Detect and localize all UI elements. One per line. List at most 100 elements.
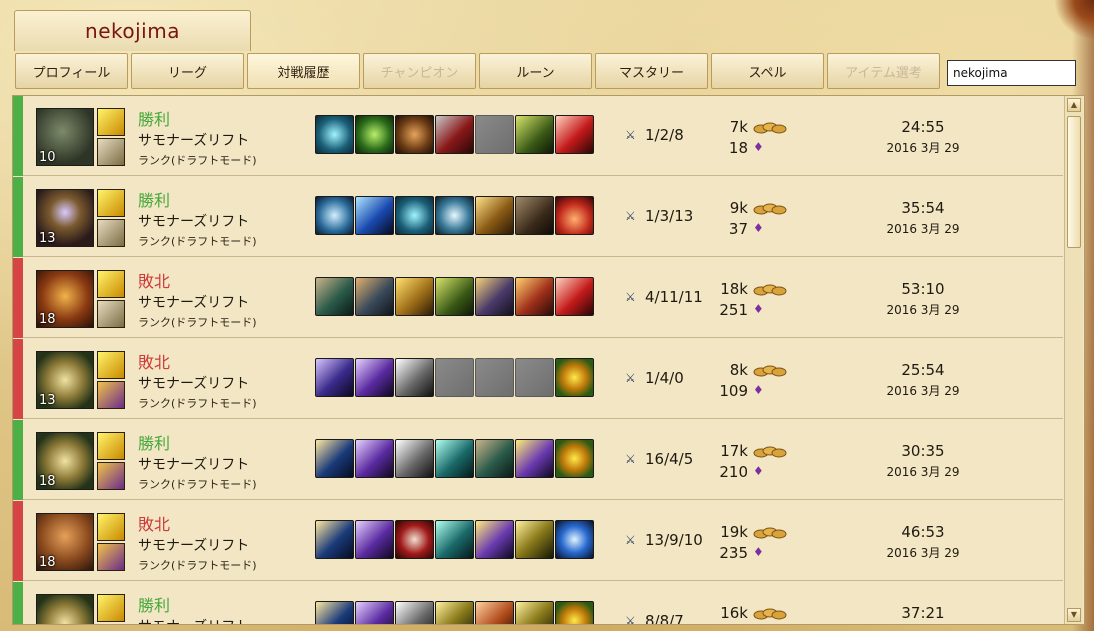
match-row[interactable]: 18 敗北 サモナーズリフト ランク(ドラフトモード) ⚔ 4/11/11 18… bbox=[13, 258, 1063, 338]
red-spear-item-icon[interactable] bbox=[475, 601, 514, 624]
purple-spell-icon[interactable] bbox=[97, 462, 125, 490]
gold-armor-item-icon[interactable] bbox=[475, 277, 514, 316]
scroll-up-arrow-icon[interactable]: ▲ bbox=[1067, 98, 1081, 112]
glowing-eyes-portrait-icon[interactable]: 13 bbox=[36, 189, 94, 247]
scroll-thumb[interactable] bbox=[1067, 116, 1081, 248]
silver-orb-item-icon[interactable] bbox=[435, 196, 474, 235]
summoner-search-input[interactable] bbox=[947, 60, 1076, 86]
bow-item-icon[interactable] bbox=[475, 439, 514, 478]
empty-item-slot-icon[interactable] bbox=[475, 115, 514, 154]
match-row[interactable]: 18 敗北 サモナーズリフト ランク(ドラフトモード) ⚔ 13/9/10 19… bbox=[13, 501, 1063, 581]
grey-spell-icon[interactable] bbox=[97, 300, 125, 328]
tab-0[interactable]: プロフィール bbox=[15, 53, 128, 89]
empty-item-slot-icon[interactable] bbox=[435, 358, 474, 397]
match-duration: 35:54 bbox=[901, 199, 945, 217]
green-crocodile-portrait-icon[interactable]: 10 bbox=[36, 108, 94, 166]
red-blade-item-icon[interactable] bbox=[555, 115, 594, 154]
blue-eye-item-icon[interactable] bbox=[315, 115, 354, 154]
purple-spell-icon[interactable] bbox=[97, 381, 125, 409]
red-cloak-item-icon[interactable] bbox=[555, 196, 594, 235]
gold-earned: 18k bbox=[720, 280, 748, 298]
yellow-spell-icon[interactable] bbox=[97, 270, 125, 298]
blue-gauntlet-item-icon[interactable] bbox=[315, 196, 354, 235]
silver-gauntlet-item-icon[interactable] bbox=[395, 358, 434, 397]
empty-item-slot-icon[interactable] bbox=[475, 358, 514, 397]
green-boots-item-icon[interactable] bbox=[435, 277, 474, 316]
yellow-spell-icon[interactable] bbox=[97, 513, 125, 541]
gold-wings-item-icon[interactable] bbox=[435, 601, 474, 624]
teal-claw-item-icon[interactable] bbox=[435, 520, 474, 559]
sunflower-item-icon[interactable] bbox=[555, 358, 594, 397]
yellow-spell-icon[interactable] bbox=[97, 351, 125, 379]
golden-warrior-portrait-icon[interactable]: 18 bbox=[36, 270, 94, 328]
sunflower-item-icon[interactable] bbox=[555, 439, 594, 478]
match-date: 2016 3月 29 bbox=[886, 465, 960, 479]
scrollbar[interactable]: ▲ ▼ bbox=[1064, 96, 1083, 624]
sunflower-item-icon[interactable] bbox=[555, 601, 594, 624]
blue-staff-item-icon[interactable] bbox=[315, 601, 354, 624]
blue-eye-item-icon[interactable] bbox=[395, 196, 434, 235]
purple-sword-item-icon[interactable] bbox=[355, 439, 394, 478]
tab-5[interactable]: マスタリー bbox=[595, 53, 708, 89]
gold-wings-item-icon[interactable] bbox=[515, 520, 554, 559]
gold-x-item-icon[interactable] bbox=[395, 277, 434, 316]
purple-spell-icon[interactable] bbox=[97, 624, 125, 625]
purple-sword-item-icon[interactable] bbox=[355, 358, 394, 397]
tab-6[interactable]: スペル bbox=[711, 53, 824, 89]
purple-spell-icon[interactable] bbox=[97, 543, 125, 571]
axe-item-icon[interactable] bbox=[355, 277, 394, 316]
green-ring-item-icon[interactable] bbox=[355, 115, 394, 154]
warrior-man-portrait-icon[interactable]: 18 bbox=[36, 513, 94, 571]
kda: 16/4/5 bbox=[645, 450, 694, 468]
lightning-blade-item-icon[interactable] bbox=[515, 439, 554, 478]
yellow-spell-icon[interactable] bbox=[97, 432, 125, 460]
empty-item-slot-icon[interactable] bbox=[515, 358, 554, 397]
gold-fist-portrait-icon[interactable] bbox=[36, 594, 94, 624]
tab-1[interactable]: リーグ bbox=[131, 53, 244, 89]
grey-spell-icon[interactable] bbox=[97, 219, 125, 247]
yellow-spell-icon[interactable] bbox=[97, 594, 125, 622]
bow-item-icon[interactable] bbox=[315, 277, 354, 316]
yellow-spell-icon[interactable] bbox=[97, 108, 125, 136]
green-boots-item-icon[interactable] bbox=[515, 115, 554, 154]
silver-gauntlet-item-icon[interactable] bbox=[395, 439, 434, 478]
gold-fist-portrait-icon[interactable]: 13 bbox=[36, 351, 94, 409]
blue-flower-item-icon[interactable] bbox=[555, 520, 594, 559]
match-duration: 37:21 bbox=[901, 604, 945, 622]
gold-coins-icon bbox=[753, 203, 787, 215]
tab-4[interactable]: ルーン bbox=[479, 53, 592, 89]
gold-fist-portrait-icon[interactable]: 18 bbox=[36, 432, 94, 490]
purple-sword-item-icon[interactable] bbox=[355, 601, 394, 624]
match-row[interactable]: 勝利 サモナーズリフト ランク(ドラフトモード) ⚔ 8/8/7 16k ♦ 3… bbox=[13, 582, 1063, 625]
grey-spell-icon[interactable] bbox=[97, 138, 125, 166]
scroll-down-arrow-icon[interactable]: ▼ bbox=[1067, 608, 1081, 622]
purple-sword-item-icon[interactable] bbox=[355, 520, 394, 559]
result-stripe bbox=[13, 501, 23, 581]
match-date: 2016 3月 29 bbox=[886, 546, 960, 560]
bronze-flask-item-icon[interactable] bbox=[395, 115, 434, 154]
match-row[interactable]: 18 勝利 サモナーズリフト ランク(ドラフトモード) ⚔ 16/4/5 17k… bbox=[13, 420, 1063, 500]
blue-staff-item-icon[interactable] bbox=[315, 520, 354, 559]
gold-hammer-item-icon[interactable] bbox=[515, 277, 554, 316]
yellow-spell-icon[interactable] bbox=[97, 189, 125, 217]
purple-staff-item-icon[interactable] bbox=[315, 358, 354, 397]
teal-claw-item-icon[interactable] bbox=[435, 439, 474, 478]
gold-tome-item-icon[interactable] bbox=[475, 196, 514, 235]
kda: 1/2/8 bbox=[645, 126, 684, 144]
tab-2[interactable]: 対戦履歴 bbox=[247, 53, 360, 89]
item-build bbox=[315, 520, 594, 559]
silver-gauntlet-item-icon[interactable] bbox=[395, 601, 434, 624]
game-mode: サモナーズリフト bbox=[138, 295, 250, 311]
red-blade-item-icon[interactable] bbox=[555, 277, 594, 316]
red-gauntlet-item-icon[interactable] bbox=[395, 520, 434, 559]
blue-staff-item-icon[interactable] bbox=[315, 439, 354, 478]
match-row[interactable]: 13 敗北 サモナーズリフト ランク(ドラフトモード) ⚔ 1/4/0 8k 1… bbox=[13, 339, 1063, 419]
match-row[interactable]: 10 勝利 サモナーズリフト ランク(ドラフトモード) ⚔ 1/2/8 7k 1… bbox=[13, 96, 1063, 176]
red-shield-item-icon[interactable] bbox=[435, 115, 474, 154]
gold-wings-item-icon[interactable] bbox=[515, 601, 554, 624]
match-row[interactable]: 13 勝利 サモナーズリフト ランク(ドラフトモード) ⚔ 1/3/13 9k … bbox=[13, 177, 1063, 257]
dark-boots-item-icon[interactable] bbox=[515, 196, 554, 235]
lightning-blade-item-icon[interactable] bbox=[475, 520, 514, 559]
blue-dagger-item-icon[interactable] bbox=[355, 196, 394, 235]
match-result: 敗北 bbox=[138, 353, 171, 372]
